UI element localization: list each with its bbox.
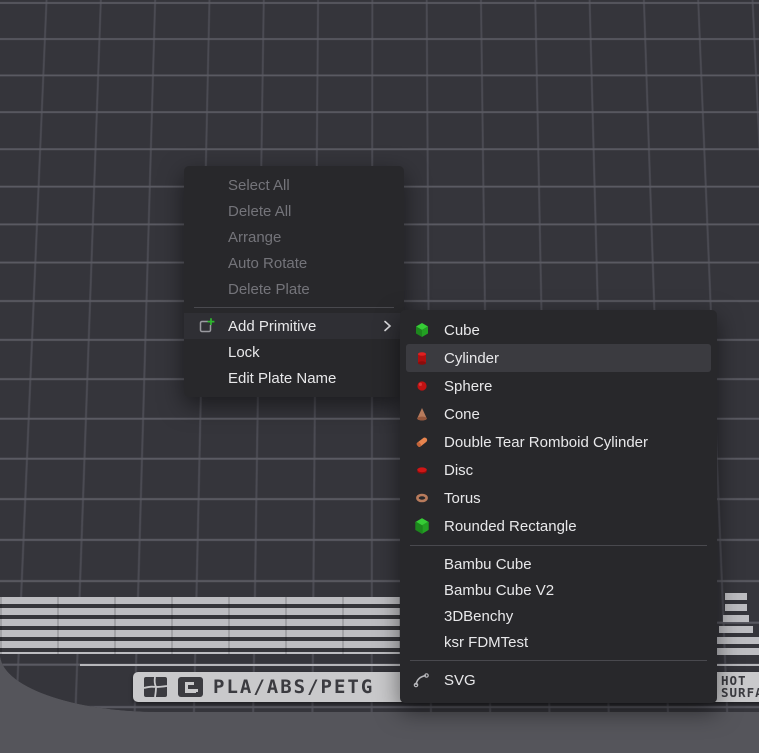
menu-item-delete-plate: Delete Plate bbox=[184, 276, 404, 302]
submenu-item-bambu-cube-v2[interactable]: Bambu Cube V2 bbox=[400, 577, 717, 603]
menu-item-arrange: Arrange bbox=[184, 224, 404, 250]
menu-item-add-primitive[interactable]: Add Primitive bbox=[184, 313, 404, 339]
bezier-curve-icon bbox=[412, 670, 432, 690]
submenu-item-bambu-cube[interactable]: Bambu Cube bbox=[400, 551, 717, 577]
submenu-item-torus[interactable]: Torus bbox=[400, 484, 717, 512]
slicer-3d-viewport: PLA/ABS/PETG HOT SURFACE Select All Dele… bbox=[0, 0, 759, 753]
submenu-item-3dbenchy[interactable]: 3DBenchy bbox=[400, 603, 717, 629]
hot-surface-text: HOT SURFACE bbox=[721, 675, 759, 699]
cone-icon bbox=[412, 404, 432, 424]
double-tear-romboid-cylinder-icon bbox=[412, 432, 432, 452]
submenu-item-sphere[interactable]: Sphere bbox=[400, 372, 717, 400]
add-primitive-submenu: Cube Cylinder Sphere bbox=[400, 310, 717, 703]
studio-badge-logo-icon bbox=[177, 676, 204, 698]
plate-context-menu: Select All Delete All Arrange Auto Rotat… bbox=[184, 166, 404, 397]
submenu-separator bbox=[410, 545, 707, 546]
menu-separator bbox=[194, 307, 394, 308]
menu-item-edit-plate-name[interactable]: Edit Plate Name bbox=[184, 365, 404, 391]
disc-icon bbox=[412, 460, 432, 480]
menu-item-delete-all: Delete All bbox=[184, 198, 404, 224]
submenu-item-cylinder[interactable]: Cylinder bbox=[406, 344, 711, 372]
sphere-icon bbox=[412, 376, 432, 396]
cylinder-icon bbox=[412, 348, 432, 368]
menu-item-select-all: Select All bbox=[184, 172, 404, 198]
menu-item-lock[interactable]: Lock bbox=[184, 339, 404, 365]
chevron-right-icon bbox=[382, 320, 392, 332]
bambu-pinwheel-logo-icon bbox=[143, 676, 168, 698]
torus-icon bbox=[412, 488, 432, 508]
submenu-item-cone[interactable]: Cone bbox=[400, 400, 717, 428]
plate-material-label: PLA/ABS/PETG bbox=[213, 676, 374, 698]
submenu-item-ksr-fdmtest[interactable]: ksr FDMTest bbox=[400, 629, 717, 655]
submenu-item-disc[interactable]: Disc bbox=[400, 456, 717, 484]
cube-icon bbox=[412, 320, 432, 340]
rounded-rectangle-icon bbox=[412, 516, 432, 536]
add-primitive-icon bbox=[196, 316, 216, 336]
submenu-item-rounded-rectangle[interactable]: Rounded Rectangle bbox=[400, 512, 717, 540]
menu-item-auto-rotate: Auto Rotate bbox=[184, 250, 404, 276]
submenu-item-double-tear-romboid-cylinder[interactable]: Double Tear Romboid Cylinder bbox=[400, 428, 717, 456]
submenu-item-svg[interactable]: SVG bbox=[400, 666, 717, 694]
submenu-item-cube[interactable]: Cube bbox=[400, 316, 717, 344]
submenu-separator bbox=[410, 660, 707, 661]
